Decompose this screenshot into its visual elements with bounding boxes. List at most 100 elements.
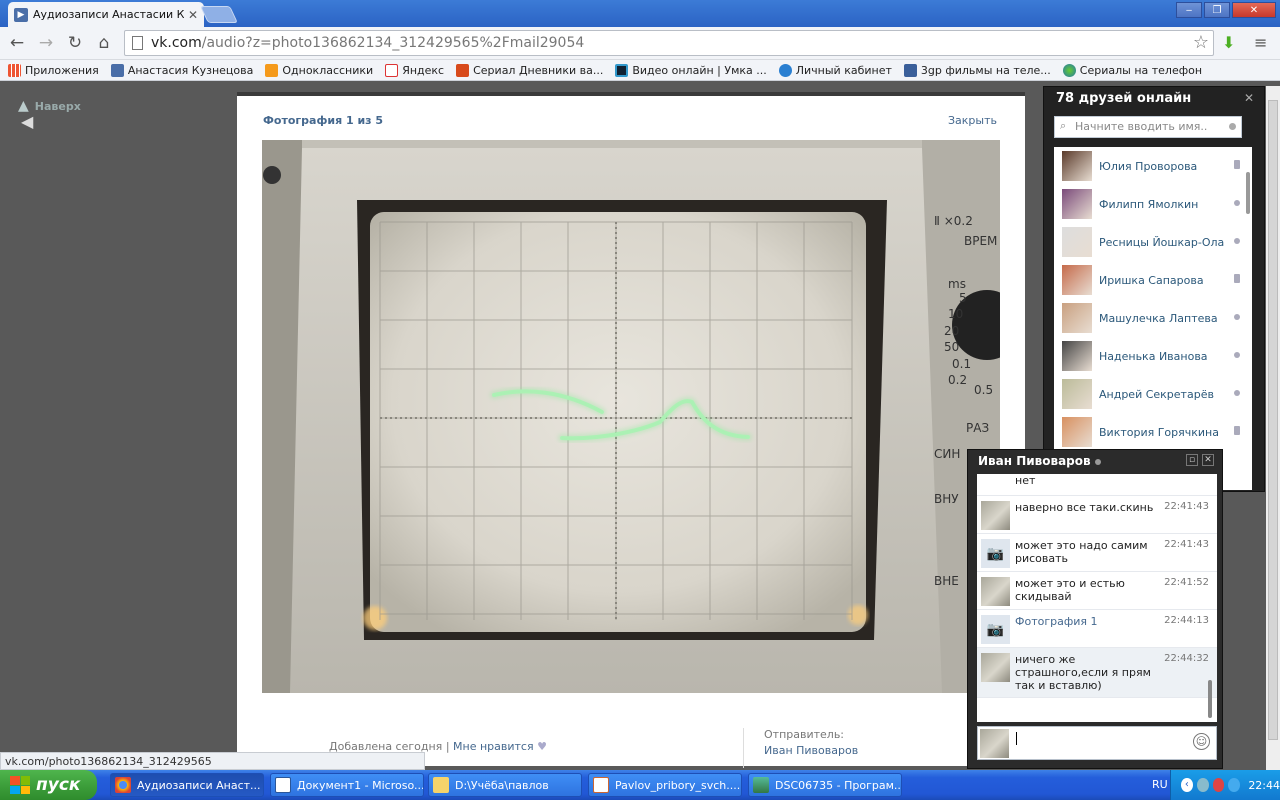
download-extension-icon[interactable]: ⬇: [1222, 33, 1235, 52]
viewer-close-link[interactable]: Закрыть: [948, 114, 997, 127]
back-icon[interactable]: ←: [6, 33, 28, 53]
antivirus-icon[interactable]: [1212, 778, 1225, 792]
sender-avatar[interactable]: [981, 653, 1010, 682]
heart-icon[interactable]: ♥: [537, 740, 547, 753]
chat-close-icon[interactable]: ✕: [1202, 454, 1214, 466]
minimize-button[interactable]: ‒: [1176, 2, 1202, 18]
friend-item[interactable]: Иришка Сапарова: [1054, 261, 1252, 299]
chat-window: Иван Пивоваров ▫ ✕ нет наверно все таки.…: [967, 449, 1223, 769]
friend-name[interactable]: Юлия Проворова: [1099, 160, 1197, 173]
svg-text:Ⅱ ×0.2: Ⅱ ×0.2: [934, 214, 973, 228]
start-button[interactable]: пуск: [0, 770, 97, 800]
page-scrollbar[interactable]: [1266, 86, 1280, 770]
friend-avatar[interactable]: [1062, 417, 1092, 447]
forward-icon[interactable]: →: [35, 33, 57, 53]
url-host: vk.com: [151, 35, 202, 51]
friend-avatar[interactable]: [1062, 341, 1092, 371]
friend-avatar[interactable]: [1062, 303, 1092, 333]
friend-item[interactable]: Наденька Иванова: [1054, 337, 1252, 375]
page-scroll-thumb[interactable]: [1268, 100, 1278, 740]
chrome-menu-icon[interactable]: ≡: [1254, 33, 1267, 52]
friend-avatar[interactable]: [1062, 151, 1092, 181]
svg-text:СИН: СИН: [934, 447, 960, 461]
browser-tab[interactable]: ▶ Аудиозаписи Анастасии Ку ✕: [8, 2, 204, 27]
up-navigation[interactable]: ▲ Наверх ◀: [18, 98, 81, 131]
bookmark-item[interactable]: Личный кабинет: [778, 63, 892, 77]
friend-name[interactable]: Машулечка Лаптева: [1099, 312, 1218, 325]
language-indicator[interactable]: RU: [1152, 778, 1168, 791]
maximize-button[interactable]: ❐: [1204, 2, 1230, 18]
friend-item[interactable]: Андрей Секретарёв: [1054, 375, 1252, 413]
tray-arrow-icon[interactable]: ‹: [1181, 778, 1193, 792]
chat-minimize-icon[interactable]: ▫: [1186, 454, 1198, 466]
smiley-icon[interactable]: ☺: [1193, 733, 1210, 750]
taskbar-button-word[interactable]: Документ1 - Microso...: [270, 773, 424, 797]
svg-text:ms: ms: [948, 277, 966, 291]
tab-title: Аудиозаписи Анастасии Ку: [33, 8, 184, 21]
sender-avatar[interactable]: [981, 577, 1010, 606]
mobile-status-icon: [1234, 274, 1240, 283]
sender-avatar[interactable]: [981, 501, 1010, 530]
taskbar-button-chrome[interactable]: Аудиозаписи Анаст...: [110, 773, 264, 797]
online-status-icon: [1234, 314, 1240, 320]
tab-close-icon[interactable]: ✕: [188, 8, 198, 22]
chat-header[interactable]: Иван Пивоваров ▫ ✕: [968, 450, 1222, 472]
friend-name[interactable]: Наденька Иванова: [1099, 350, 1208, 363]
bookmark-item[interactable]: 3gp фильмы на теле...: [903, 63, 1051, 77]
address-bar[interactable]: vk.com/audio?z=photo136862134_312429565%…: [124, 30, 1214, 56]
series-icon: [456, 63, 470, 77]
bookmark-item[interactable]: Сериалы на телефон: [1062, 63, 1202, 77]
friend-avatar[interactable]: [1062, 227, 1092, 257]
friend-item[interactable]: Виктория Горячкина: [1054, 413, 1252, 451]
friend-name[interactable]: Виктория Горячкина: [1099, 426, 1219, 439]
sender-name-link[interactable]: Иван Пивоваров: [764, 744, 858, 757]
friend-item[interactable]: Ресницы Йошкар-Ола: [1054, 223, 1252, 261]
bookmark-star-icon[interactable]: ☆: [1193, 32, 1209, 53]
close-window-button[interactable]: ✕: [1232, 2, 1276, 18]
bookmark-item[interactable]: Одноклассники: [265, 63, 373, 77]
friend-name[interactable]: Филипп Ямолкин: [1099, 198, 1198, 211]
like-link[interactable]: Мне нравится: [453, 740, 534, 753]
friend-item[interactable]: Филипп Ямолкин: [1054, 185, 1252, 223]
bookmark-label: Приложения: [25, 63, 99, 77]
svg-text:ВРЕМ: ВРЕМ: [964, 234, 997, 248]
friends-header: 78 друзей онлайн ✕: [1044, 87, 1264, 112]
friends-scrollbar[interactable]: [1246, 172, 1250, 214]
network-icon[interactable]: [1196, 778, 1209, 792]
friend-avatar[interactable]: [1062, 265, 1092, 295]
friend-avatar[interactable]: [1062, 379, 1092, 409]
system-tray: ‹ 22:44: [1170, 770, 1280, 800]
friend-item[interactable]: Машулечка Лаптева: [1054, 299, 1252, 337]
friend-name[interactable]: Андрей Секретарёв: [1099, 388, 1214, 401]
taskbar-button-image-viewer[interactable]: DSC06735 - Програм...: [748, 773, 902, 797]
svg-text:50: 50: [944, 340, 959, 354]
home-icon[interactable]: ⌂: [93, 33, 115, 53]
message-time: 22:41:52: [1164, 577, 1209, 588]
oscilloscope-photo[interactable]: Ⅱ ×0.2 ВРЕМ ms 5 10 20 50 0.1 0.2 0.5 РА…: [262, 140, 1000, 693]
friends-close-icon[interactable]: ✕: [1244, 91, 1254, 105]
new-tab-button[interactable]: [200, 6, 238, 23]
bookmark-item[interactable]: Видео онлайн | Умка ...: [615, 63, 767, 77]
bookmark-item[interactable]: Сериал Дневники ва...: [456, 63, 603, 77]
taskbar-button-folder[interactable]: D:\Учёба\павлов: [428, 773, 582, 797]
bookmark-label: Анастасия Кузнецова: [127, 63, 254, 77]
speaker-icon[interactable]: [1228, 778, 1241, 792]
taskbar-button-document[interactable]: Pavlov_pribory_svch....: [588, 773, 742, 797]
chat-message-partial: нет: [977, 474, 1217, 496]
bookmark-item[interactable]: Анастасия Кузнецова: [110, 63, 254, 77]
friend-name[interactable]: Иришка Сапарова: [1099, 274, 1204, 287]
friend-avatar[interactable]: [1062, 189, 1092, 219]
bookmark-item[interactable]: Яндекс: [385, 63, 444, 77]
chat-scrollbar[interactable]: [1208, 680, 1212, 718]
camera-avatar-icon[interactable]: 📷: [981, 615, 1010, 644]
chat-input[interactable]: ☺: [977, 726, 1217, 760]
camera-avatar-icon[interactable]: 📷: [981, 539, 1010, 568]
search-icon: ⌕: [1060, 119, 1067, 132]
friend-name[interactable]: Ресницы Йошкар-Ола: [1099, 236, 1224, 249]
reload-icon[interactable]: ↻: [64, 33, 86, 53]
friends-search-input[interactable]: ⌕ Начните вводить имя..: [1054, 116, 1242, 138]
friend-item[interactable]: Юлия Проворова: [1054, 147, 1252, 185]
bookmark-apps[interactable]: Приложения: [8, 63, 99, 77]
svg-text:10: 10: [948, 307, 963, 321]
clock[interactable]: 22:44: [1248, 779, 1280, 792]
